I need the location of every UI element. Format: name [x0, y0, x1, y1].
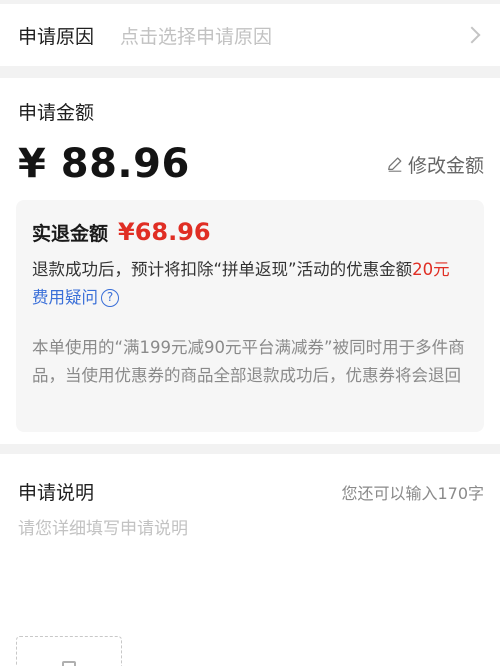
fee-question-label[interactable]: 费用疑问 — [32, 284, 98, 312]
reason-selector[interactable]: 申请原因 点击选择申请原因 — [0, 4, 500, 66]
char-counter: 您还可以输入170字 — [341, 483, 484, 503]
refund-amount: ¥68.96 — [118, 218, 211, 246]
description-section: 申请说明 您还可以输入170字 — [0, 454, 500, 666]
camera-icon — [62, 661, 76, 666]
help-circle-icon[interactable]: ? — [101, 289, 119, 307]
refund-desc-text: 退款成功后，预计将扣除“拼单返现”活动的优惠金额 — [32, 260, 413, 279]
pencil-icon — [388, 157, 402, 172]
modify-amount-label[interactable]: 修改金额 — [408, 151, 484, 178]
refund-title-row: 实退金额 ¥68.96 — [32, 218, 211, 246]
amount-label: 申请金额 — [18, 102, 95, 124]
amount-value: ¥ 88.96 — [18, 141, 190, 187]
description-title: 申请说明 — [18, 482, 95, 504]
refund-card: 实退金额 ¥68.96 退款成功后，预计将扣除“拼单返现”活动的优惠金额20元 … — [16, 200, 484, 432]
refund-description: 退款成功后，预计将扣除“拼单返现”活动的优惠金额20元 费用疑问 ? — [32, 256, 470, 312]
reason-placeholder[interactable]: 点击选择申请原因 — [120, 22, 466, 49]
amount-row: ¥ 88.96 修改金额 — [18, 136, 484, 192]
fee-question-link[interactable]: 费用疑问 ? — [32, 284, 119, 312]
coupon-note: 本单使用的“满199元减90元平台满减券”被同时用于多件商品，当使用优惠券的商品… — [32, 338, 465, 385]
modify-amount-button[interactable]: 修改金额 — [386, 151, 484, 178]
description-input[interactable] — [18, 514, 484, 614]
upload-image-button[interactable] — [16, 636, 122, 666]
reason-label: 申请原因 — [18, 25, 95, 48]
amount-section: 申请金额 ¥ 88.96 修改金额 实退金额 ¥68.96 退款成功后，预计将扣… — [0, 78, 500, 444]
discount-amount: 20元 — [412, 260, 450, 279]
chevron-right-icon[interactable] — [463, 26, 481, 44]
refund-title: 实退金额 — [32, 223, 109, 245]
description-header: 申请说明 您还可以输入170字 — [18, 478, 484, 505]
